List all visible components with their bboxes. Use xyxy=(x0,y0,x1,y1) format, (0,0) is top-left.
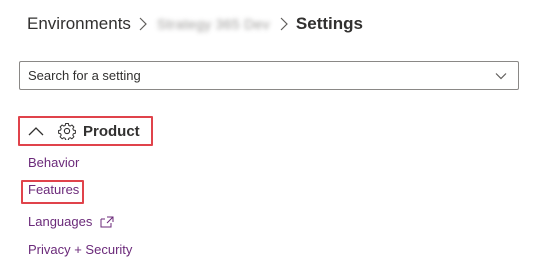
gear-icon xyxy=(58,122,76,140)
chevron-right-icon xyxy=(272,14,296,34)
breadcrumb-current-settings: Settings xyxy=(295,14,363,33)
nav-link-behavior[interactable]: Behavior xyxy=(28,155,79,170)
breadcrumb-environment-name[interactable]: Strategy 365 Dev xyxy=(157,16,270,32)
nav-link-languages-label: Languages xyxy=(28,214,93,229)
chevron-right-icon xyxy=(131,14,155,34)
chevron-up-icon[interactable] xyxy=(28,124,44,138)
external-link-icon xyxy=(100,216,114,228)
breadcrumb-environments[interactable]: Environments xyxy=(27,14,131,34)
chevron-down-icon[interactable] xyxy=(494,69,508,83)
product-section-header[interactable]: Product xyxy=(18,116,153,146)
breadcrumb: Environments Strategy 365 Dev Settings xyxy=(27,10,363,38)
setting-search-combobox[interactable] xyxy=(19,61,519,90)
nav-link-languages[interactable]: Languages xyxy=(28,214,114,229)
search-input[interactable] xyxy=(28,68,494,83)
section-title-product: Product xyxy=(83,122,140,140)
settings-page: Environments Strategy 365 Dev Settings P… xyxy=(0,0,535,268)
nav-link-features[interactable]: Features xyxy=(28,182,79,197)
nav-link-privacy-security[interactable]: Privacy + Security xyxy=(28,242,132,257)
